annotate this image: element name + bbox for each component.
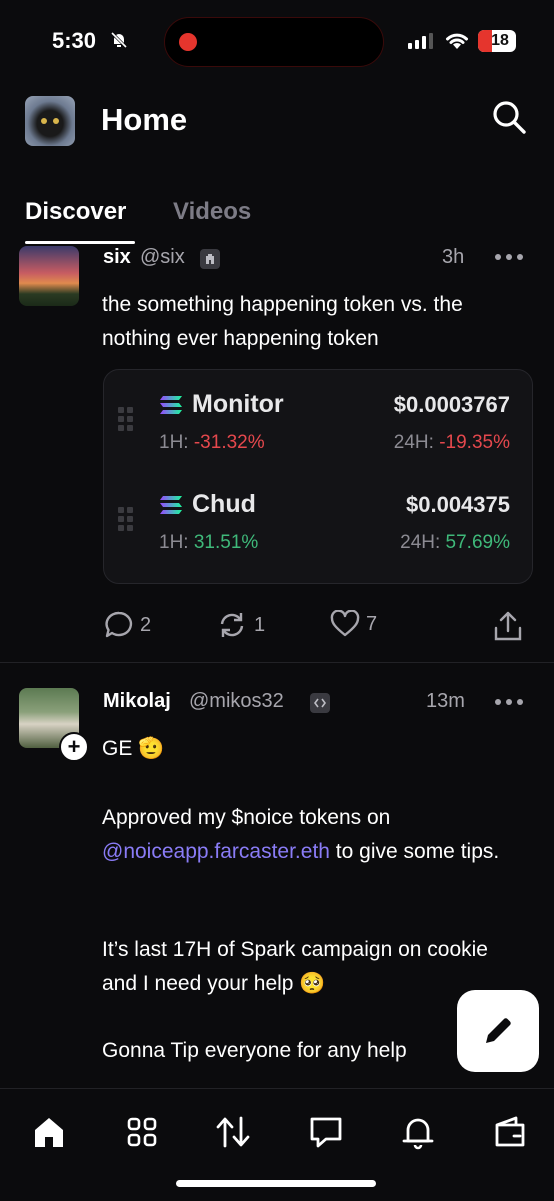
post-text: It’s last 17H of Spark campaign on cooki… <box>102 938 488 995</box>
status-bar: 5:30 18 <box>0 0 554 84</box>
like-button[interactable]: 7 <box>330 610 377 638</box>
notifications-icon <box>402 1118 434 1150</box>
nav-home[interactable] <box>29 1112 69 1152</box>
drag-handle-icon[interactable] <box>118 407 138 439</box>
share-icon[interactable] <box>493 610 523 642</box>
tab-videos[interactable]: Videos <box>173 198 251 226</box>
home-indicator <box>176 1180 376 1187</box>
more-icon[interactable] <box>494 252 524 262</box>
follow-plus-icon[interactable]: + <box>59 732 89 762</box>
page-title: Home <box>101 102 188 137</box>
wifi-icon <box>446 33 468 49</box>
active-tab-indicator <box>25 241 135 244</box>
channel-badge-icon <box>310 693 330 713</box>
battery-level: 18 <box>491 32 509 49</box>
nav-notifications[interactable] <box>398 1112 438 1152</box>
token-1h-change: 1H: -31.32% <box>159 432 265 453</box>
like-count: 7 <box>366 612 378 635</box>
post-author-name[interactable]: Mikolaj <box>103 690 171 713</box>
nav-swap[interactable] <box>213 1112 253 1152</box>
compose-icon <box>486 1018 511 1043</box>
reply-button[interactable]: 2 <box>104 610 151 640</box>
search-icon[interactable] <box>490 98 528 136</box>
token-name: Chud <box>192 490 256 518</box>
like-icon <box>330 610 360 637</box>
post-author-avatar[interactable] <box>19 246 79 306</box>
nav-wallet[interactable] <box>490 1112 530 1152</box>
dynamic-island <box>164 17 384 67</box>
post-time: 3h <box>442 246 465 268</box>
token-24h-change: 24H: -19.35% <box>393 432 510 453</box>
more-icon[interactable] <box>494 697 524 707</box>
post-text: Approved my $noice tokens on @noiceapp.f… <box>102 806 500 863</box>
battery-indicator: 18 <box>478 30 516 52</box>
compose-button[interactable] <box>457 990 539 1072</box>
tab-discover[interactable]: Discover <box>25 198 126 226</box>
token-card[interactable]: Monitor $0.0003767 1H: -31.32% 24H: -19.… <box>103 369 533 584</box>
post-author-handle[interactable]: @six <box>140 246 185 269</box>
reply-icon <box>105 611 133 638</box>
channel-badge-icon <box>200 249 220 269</box>
recast-button[interactable]: 1 <box>216 610 265 640</box>
post-text: GE 🫡 <box>102 737 165 760</box>
apps-icon <box>127 1117 157 1147</box>
token-24h-change: 24H: 57.69% <box>400 532 510 553</box>
silent-mode-icon <box>110 31 128 49</box>
cellular-signal-icon <box>408 33 433 49</box>
token-price: $0.0003767 <box>393 392 510 417</box>
post-time: 13m <box>426 690 465 712</box>
recording-indicator <box>179 33 197 51</box>
post-divider <box>0 662 554 663</box>
token-name: Monitor <box>192 390 284 418</box>
nav-apps[interactable] <box>122 1112 162 1152</box>
post-text: the something happening token vs. the no… <box>102 293 463 350</box>
profile-avatar[interactable] <box>25 96 75 146</box>
wallet-icon <box>495 1116 525 1147</box>
nav-messages[interactable] <box>306 1112 346 1152</box>
recast-count: 1 <box>254 613 266 636</box>
post-author-handle[interactable]: @mikos32 <box>189 690 284 713</box>
post-author-name[interactable]: six <box>103 246 131 269</box>
mention-link[interactable]: @noiceapp.farcaster.eth <box>102 840 330 863</box>
home-icon <box>35 1118 63 1147</box>
reply-count: 2 <box>140 613 152 636</box>
drag-handle-icon[interactable] <box>118 507 138 539</box>
status-time: 5:30 <box>52 28 97 53</box>
messages-icon <box>310 1117 342 1148</box>
token-1h-change: 1H: 31.51% <box>159 532 259 553</box>
recast-icon <box>220 613 244 637</box>
token-price: $0.004375 <box>406 492 510 517</box>
solana-icon <box>160 396 182 414</box>
swap-icon <box>216 1116 250 1148</box>
solana-icon <box>160 496 182 514</box>
